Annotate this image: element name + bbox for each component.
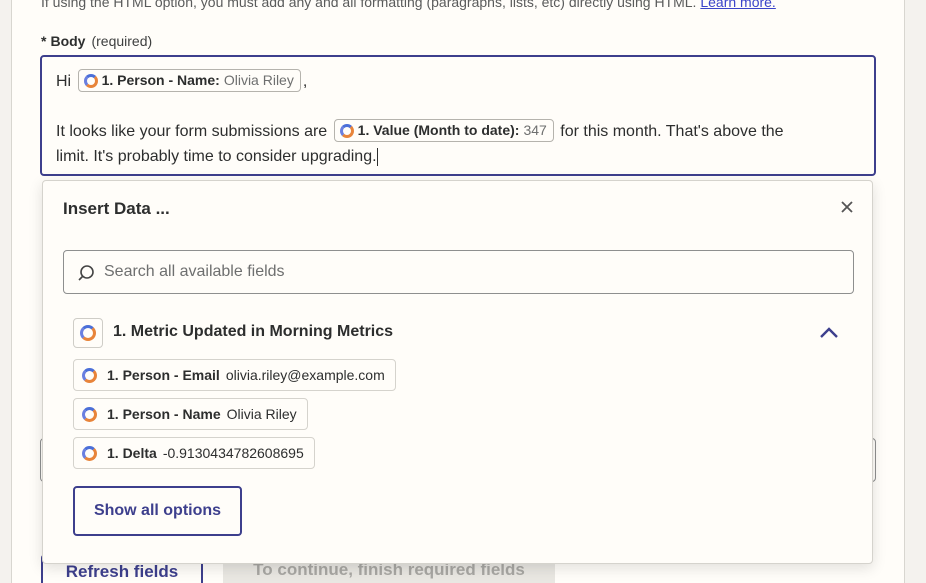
option-delta[interactable]: 1. Delta -0.9130434782608695 xyxy=(73,437,315,469)
comma-text: , xyxy=(302,73,308,90)
help-text-body: If using the HTML option, you must add a… xyxy=(41,0,697,10)
body-line-blank xyxy=(56,94,860,119)
pill-value: 347 xyxy=(523,122,547,139)
close-icon[interactable] xyxy=(837,197,857,217)
morning-metrics-logo-icon xyxy=(82,367,97,383)
search-field[interactable] xyxy=(63,250,854,294)
required-text: (required) xyxy=(91,33,153,49)
popover-title: Insert Data ... xyxy=(63,199,170,218)
option-label: 1. Person - Name xyxy=(107,406,221,422)
group-header[interactable]: 1. Metric Updated in Morning Metrics xyxy=(73,318,843,348)
line2-post-text: for this month. That's above the xyxy=(560,123,784,140)
pill-value: Olivia Riley xyxy=(223,72,294,89)
group-title: 1. Metric Updated in Morning Metrics xyxy=(113,323,394,340)
group-app-logo xyxy=(73,318,103,348)
morning-metrics-logo-icon xyxy=(82,406,97,422)
option-label: 1. Person - Email xyxy=(107,367,220,383)
pill-label: 1. Value (Month to date): xyxy=(357,122,520,139)
morning-metrics-logo-icon xyxy=(83,73,98,88)
morning-metrics-logo-icon xyxy=(80,325,96,341)
required-star: * xyxy=(41,33,47,49)
person-name-pill[interactable]: 1. Person - Name: Olivia Riley xyxy=(77,69,301,93)
pill-label: 1. Person - Name: xyxy=(101,72,220,89)
body-line-1: Hi 1. Person - Name: Olivia Riley, xyxy=(56,69,860,94)
morning-metrics-logo-icon xyxy=(82,445,97,461)
option-person-name[interactable]: 1. Person - Name Olivia Riley xyxy=(73,398,308,430)
show-all-options-button[interactable]: Show all options xyxy=(73,486,242,536)
option-value: olivia.riley@example.com xyxy=(225,367,385,383)
line2-pre-text: It looks like your form submissions are xyxy=(56,123,328,140)
morning-metrics-logo-icon xyxy=(339,123,354,138)
greeting-text: Hi xyxy=(56,73,72,90)
value-month-pill[interactable]: 1. Value (Month to date): 347 xyxy=(333,119,554,143)
option-person-email[interactable]: 1. Person - Email olivia.riley@example.c… xyxy=(73,359,396,391)
text-caret xyxy=(376,147,378,166)
search-icon xyxy=(78,265,94,281)
option-value: Olivia Riley xyxy=(226,406,297,422)
line3-text: limit. It's probably time to consider up… xyxy=(56,148,377,165)
learn-more-link[interactable]: Learn more. xyxy=(700,0,775,10)
body-editor[interactable]: Hi 1. Person - Name: Olivia Riley, It loo… xyxy=(40,55,876,176)
body-line-3: limit. It's probably time to consider up… xyxy=(56,144,860,169)
field-name: Body xyxy=(50,33,86,49)
insert-data-popover: Insert Data ... 1. Metric Updated in Mor… xyxy=(42,180,873,564)
chevron-up-icon[interactable] xyxy=(819,324,839,340)
body-field-label: * Body (required) xyxy=(41,33,152,49)
body-line-2: It looks like your form submissions are … xyxy=(56,119,860,144)
option-label: 1. Delta xyxy=(107,445,157,461)
option-value: -0.9130434782608695 xyxy=(162,445,304,461)
help-text: If using the HTML option, you must add a… xyxy=(41,0,776,10)
search-input[interactable] xyxy=(104,251,844,293)
